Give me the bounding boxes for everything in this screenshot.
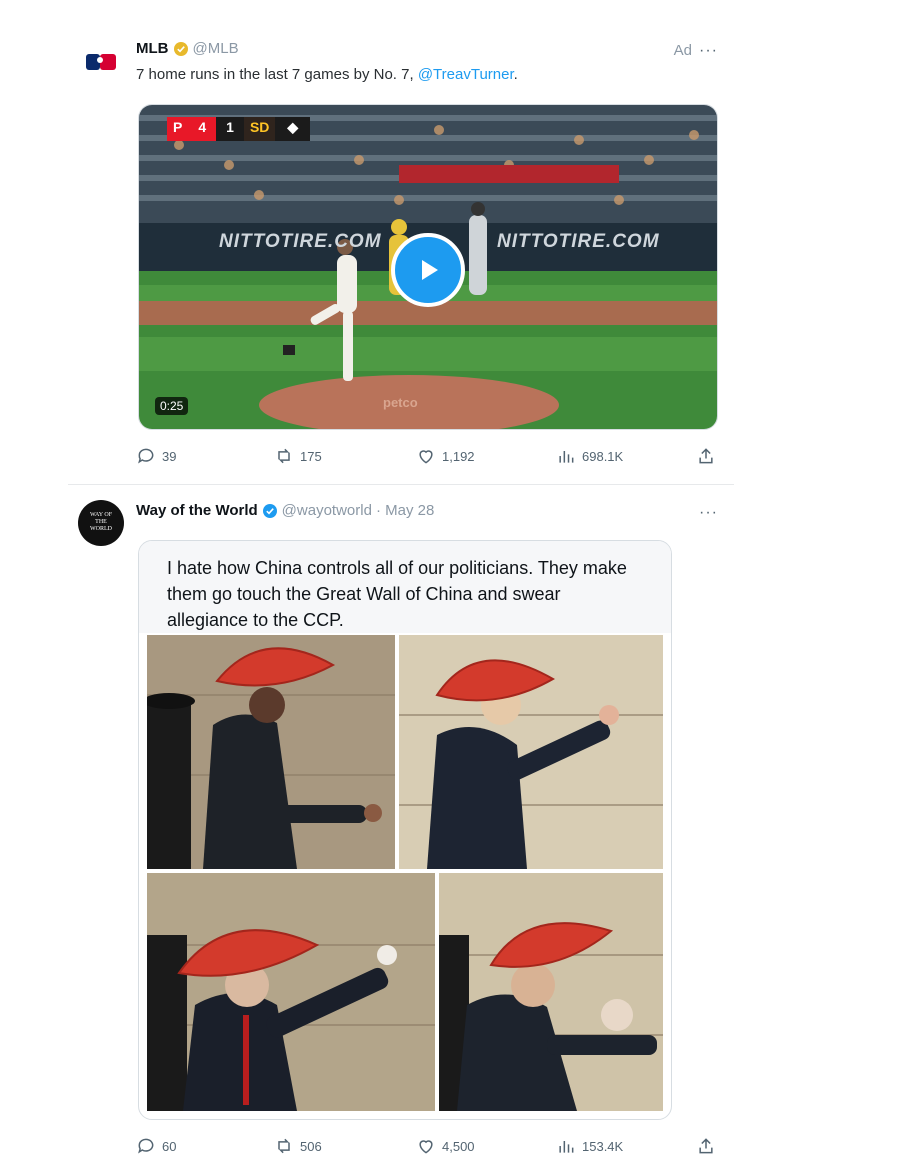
tweet-image[interactable]: I hate how China controls all of our pol… — [138, 540, 672, 1120]
avatar-text: WAY OF THE WORLD — [89, 512, 113, 532]
reply-count: 39 — [162, 448, 177, 464]
banner-right: NITTOTIRE.COM — [497, 231, 660, 252]
tweet-header: MLB @MLB — [136, 40, 239, 57]
more-options-button[interactable]: ··· — [699, 504, 718, 522]
bases-indicator: ◆ — [275, 117, 311, 141]
banner-left: NITTOTIRE.COM — [219, 231, 382, 252]
reply-icon — [138, 448, 154, 464]
views-button[interactable]: 698.1K — [556, 446, 623, 466]
more-options-button[interactable]: ··· — [699, 42, 718, 60]
tweet-header: Way of the World @wayotworld · May 28 — [136, 502, 434, 519]
photo-collage — [147, 635, 663, 1111]
like-count: 1,192 — [442, 448, 475, 464]
scoreboard: P 4 1 SD ◆ — [167, 117, 311, 141]
repost-button[interactable]: 506 — [274, 1136, 322, 1156]
quote-text-panel: I hate how China controls all of our pol… — [139, 541, 671, 633]
mound-text: petco — [383, 395, 418, 410]
play-button[interactable] — [391, 233, 465, 307]
tweet-actions: 60 506 4,500 153.4K — [136, 1136, 716, 1160]
mlb-logo-icon — [86, 54, 116, 70]
tweet-way-of-the-world[interactable]: WAY OF THE WORLD Way of the World @wayot… — [68, 488, 734, 1176]
repost-icon — [278, 448, 290, 464]
share-button[interactable] — [696, 1136, 716, 1156]
verified-gold-icon — [173, 41, 188, 56]
tweet-text-end: . — [513, 66, 518, 83]
share-icon — [699, 448, 713, 464]
repost-icon — [278, 1138, 290, 1154]
tweet-mlb[interactable]: MLB @MLB Ad ··· 7 home runs in the last … — [68, 0, 734, 480]
repost-count: 175 — [300, 448, 322, 464]
views-button[interactable]: 153.4K — [556, 1136, 623, 1156]
reply-icon — [138, 1138, 154, 1154]
tweet-divider — [68, 484, 734, 485]
heart-icon — [419, 1140, 433, 1154]
mlb-avatar[interactable] — [78, 38, 124, 84]
verified-blue-icon — [262, 503, 277, 518]
home-score: 4 — [188, 117, 217, 141]
share-button[interactable] — [696, 446, 716, 466]
timeline-feed: MLB @MLB Ad ··· 7 home runs in the last … — [68, 0, 734, 1176]
quote-text: I hate how China controls all of our pol… — [167, 558, 627, 630]
video-duration: 0:25 — [155, 397, 189, 415]
ad-label: Ad — [673, 42, 692, 59]
tweet-text: 7 home runs in the last 7 games by No. 7… — [136, 66, 518, 83]
author-handle[interactable]: @MLB — [193, 40, 239, 57]
tweet-date[interactable]: · May 28 — [376, 502, 434, 519]
home-team-logo: P — [167, 117, 189, 141]
repost-button[interactable]: 175 — [274, 446, 322, 466]
wayotworld-avatar[interactable]: WAY OF THE WORLD — [78, 500, 124, 546]
reply-button[interactable]: 39 — [136, 446, 176, 466]
author-handle[interactable]: @wayotworld — [282, 502, 372, 519]
like-count: 4,500 — [442, 1138, 475, 1154]
like-button[interactable]: 4,500 — [416, 1136, 475, 1156]
like-button[interactable]: 1,192 — [416, 446, 475, 466]
view-count: 153.4K — [582, 1138, 624, 1154]
view-count: 698.1K — [582, 448, 624, 464]
away-team-logo: SD — [243, 117, 276, 141]
heart-icon — [419, 450, 433, 464]
mention-link[interactable]: @TreavTurner — [418, 66, 514, 83]
video-player[interactable]: P 4 1 SD ◆ NITTOTIRE.COM NITTOTIRE.COM p… — [138, 104, 718, 430]
author-name[interactable]: MLB — [136, 40, 169, 57]
reply-button[interactable]: 60 — [136, 1136, 176, 1156]
tweet-text-body: 7 home runs in the last 7 games by No. 7… — [136, 66, 418, 83]
tweet-actions: 39 175 1,192 698.1K — [136, 446, 716, 470]
views-icon — [559, 451, 574, 463]
repost-count: 506 — [300, 1138, 322, 1154]
play-icon — [422, 260, 438, 280]
views-icon — [559, 1141, 574, 1153]
share-icon — [699, 1138, 713, 1154]
author-name[interactable]: Way of the World — [136, 502, 258, 519]
away-score: 1 — [216, 117, 244, 141]
reply-count: 60 — [162, 1138, 177, 1154]
